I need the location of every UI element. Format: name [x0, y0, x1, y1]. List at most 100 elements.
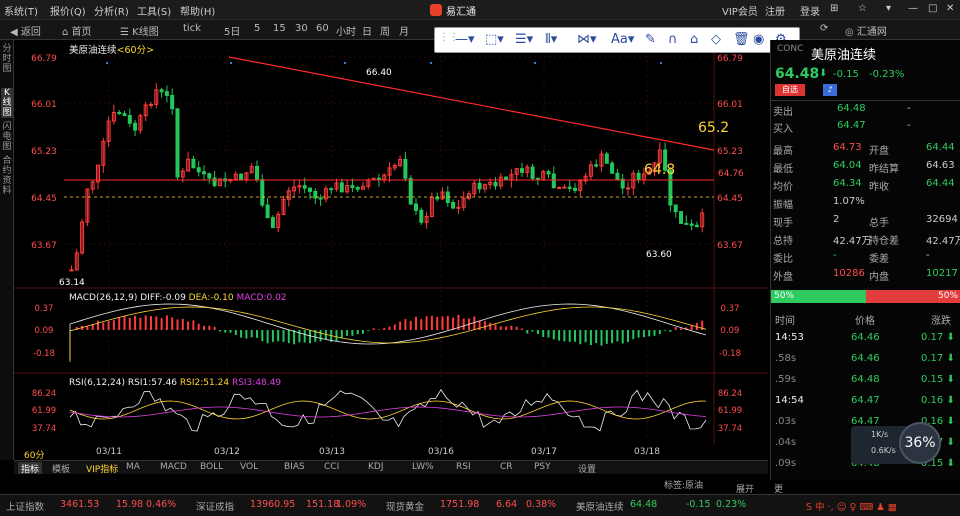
self-select-button[interactable]: 自选: [775, 84, 805, 96]
register-link[interactable]: 注册: [765, 3, 785, 18]
fib-tool-icon[interactable]: ⦀▾: [545, 32, 557, 47]
tick-row[interactable]: 14:54 64.47 0.16 ⬇: [771, 393, 960, 410]
minimize-icon[interactable]: —: [908, 3, 918, 14]
indicator-tab[interactable]: MACD: [160, 462, 187, 472]
star-icon[interactable]: ☆: [858, 3, 867, 14]
indicator-tabs: 指标 模板 VIP指标 MA MACD BOLL VOL BIAS CCI KDJ LW% RSI CR…: [14, 460, 768, 475]
price-label-left: 66.79: [31, 54, 57, 64]
pattern-tool-icon[interactable]: ⋈▾: [577, 32, 597, 47]
home-button[interactable]: ⌂ 首页: [62, 23, 92, 38]
tick-button[interactable]: tick: [183, 23, 201, 34]
indicator-tab[interactable]: KDJ: [368, 462, 384, 472]
indicator-tab[interactable]: BOLL: [200, 462, 223, 472]
eraser-icon[interactable]: ◇: [711, 32, 721, 47]
quote-stat-cell: -: [833, 250, 837, 261]
quote-stat-cell: 总手: [869, 218, 889, 229]
maximize-icon[interactable]: □: [928, 3, 937, 14]
candle-body: [689, 223, 694, 226]
menu-quote[interactable]: 报价(Q): [50, 3, 86, 18]
status-change: 6.64: [496, 499, 518, 510]
tab-contract[interactable]: 合约资料: [1, 156, 13, 196]
indicator-tab[interactable]: LW%: [412, 462, 434, 472]
rect-tool-icon[interactable]: ⬚▾: [485, 32, 504, 47]
period-60[interactable]: 60: [316, 23, 329, 34]
period-week[interactable]: 周: [380, 23, 390, 38]
huitong-link[interactable]: ◎ 汇通网: [845, 23, 887, 38]
ime-toolbar-icon[interactable]: S 中 ·, ☺ ♀ ⌨ ♟ ▦: [806, 499, 897, 513]
status-pct: 0.46%: [146, 499, 177, 510]
back-button[interactable]: ◀ 返回: [10, 23, 41, 38]
buy-label: 买入: [773, 124, 793, 135]
tab-kline[interactable]: K线图: [1, 88, 13, 118]
outer-ratio-bar: 50%: [771, 290, 866, 303]
magnet-icon[interactable]: ∩: [668, 32, 678, 47]
pencil-icon[interactable]: ✎: [645, 32, 656, 47]
indicator-tab[interactable]: VOL: [240, 462, 258, 472]
dropdown-icon[interactable]: ▾: [886, 3, 891, 14]
tick-row[interactable]: 14:53 64.46 0.17 ⬇: [771, 330, 960, 347]
indicator-tab[interactable]: CCI: [324, 462, 339, 472]
candle-body: [530, 166, 535, 179]
period-5[interactable]: 5: [254, 23, 260, 34]
candle-body: [149, 103, 153, 106]
font-tool-icon[interactable]: Aa▾: [611, 32, 634, 47]
candle-body: [133, 122, 138, 131]
status-name[interactable]: 深证成指: [196, 499, 234, 513]
indicator-tab[interactable]: RSI: [456, 462, 471, 472]
cpu-gauge[interactable]: 36%: [899, 422, 941, 464]
refresh-icon[interactable]: ⟳: [820, 23, 828, 34]
tick-header-time: 时间: [775, 316, 795, 327]
period-30[interactable]: 30: [295, 23, 308, 34]
tab-timeshare[interactable]: 分时图: [1, 44, 13, 74]
period-day[interactable]: 日: [362, 23, 372, 38]
status-name[interactable]: 现货黄金: [386, 499, 424, 513]
menu-system[interactable]: 系统(T): [4, 3, 38, 18]
status-name[interactable]: 上证指数: [6, 499, 44, 513]
tick-row[interactable]: .59s 64.48 0.15 ⬇: [771, 372, 960, 389]
tick-time: 14:54: [775, 395, 804, 406]
macd-axis-right: 0.09: [721, 326, 740, 336]
period-15[interactable]: 15: [273, 23, 286, 34]
status-name[interactable]: 美原油连续: [576, 499, 624, 513]
delete-icon[interactable]: 🗑: [733, 32, 750, 47]
self-select-label: 自选: [782, 85, 798, 94]
candle-body: [212, 177, 217, 187]
tab-flash[interactable]: 闪电图: [1, 122, 13, 152]
candle-body: [573, 187, 577, 191]
candle-body: [350, 185, 355, 188]
candle-body: [615, 172, 620, 180]
period-month[interactable]: 月: [399, 23, 409, 38]
high-marker: 66.40: [366, 68, 392, 78]
indicator-tab[interactable]: MA: [126, 462, 140, 472]
menu-tools[interactable]: 工具(S): [137, 3, 171, 18]
close-icon[interactable]: ✕: [946, 3, 954, 14]
vip-link[interactable]: VIP会员: [722, 3, 758, 18]
marker-dot: [106, 62, 108, 64]
lock-icon[interactable]: ⌂: [690, 32, 698, 47]
menu-help[interactable]: 帮助(H): [180, 3, 215, 18]
period-hour[interactable]: 小时: [336, 23, 356, 38]
chart-area[interactable]: 66.79 66.79 66.01 66.01 65.23 65.23 64.45 64.45…: [14, 40, 768, 461]
channel-tool-icon[interactable]: ☰▾: [515, 32, 533, 47]
candle-body: [164, 91, 169, 96]
indicator-tab[interactable]: CR: [500, 462, 513, 472]
eye-icon[interactable]: ◉: [753, 32, 764, 47]
date-label: 03/17: [531, 447, 557, 457]
home-label: 首页: [71, 27, 92, 38]
indicator-tab[interactable]: PSY: [534, 462, 551, 472]
bell-icon[interactable]: ♪: [823, 84, 837, 96]
menu-analysis[interactable]: 分析(R): [94, 3, 129, 18]
kline-button[interactable]: ☰ K线图: [120, 23, 159, 38]
status-price: 1751.98: [440, 499, 480, 510]
quote-stat-cell: 委差: [869, 254, 889, 265]
line-tool-icon[interactable]: —▾: [455, 32, 475, 47]
macd-diff-line: [69, 303, 707, 360]
candle-body: [551, 173, 556, 189]
indicator-tab[interactable]: BIAS: [284, 462, 305, 472]
tick-row[interactable]: .58s 64.46 0.17 ⬇: [771, 351, 960, 368]
toolbox-icon[interactable]: ⊞: [830, 3, 838, 14]
marker-dot: [430, 62, 432, 64]
quote-stat-cell: 委比: [773, 254, 793, 265]
period-5day[interactable]: 5日: [224, 23, 240, 38]
login-link[interactable]: 登录: [800, 3, 820, 18]
